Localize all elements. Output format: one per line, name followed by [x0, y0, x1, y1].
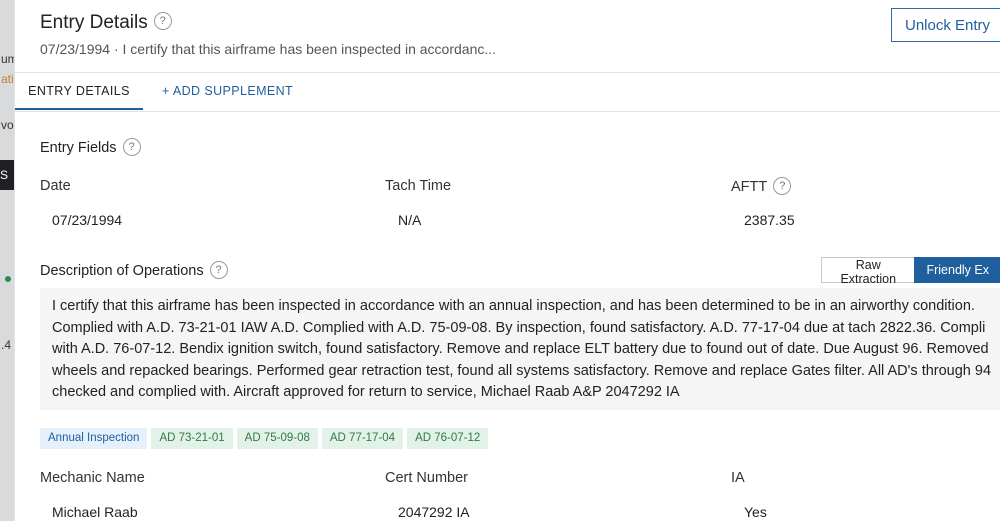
- description-line: with A.D. 76-07-12. Bendix ignition swit…: [52, 341, 989, 358]
- background-text-fragment: um: [1, 52, 14, 66]
- date-value[interactable]: 07/23/1994: [52, 212, 122, 228]
- cert-number-label: Cert Number: [385, 470, 468, 486]
- tab-bar: ENTRY DETAILS + ADD SUPPLEMENT: [15, 72, 1000, 112]
- tag-ad-76-07-12[interactable]: AD 76-07-12: [407, 428, 489, 449]
- mechanic-name-label: Mechanic Name: [40, 470, 145, 486]
- tach-time-label: Tach Time: [385, 178, 452, 194]
- help-icon[interactable]: ?: [209, 261, 228, 279]
- aftt-label: AFTT: [731, 178, 768, 195]
- entry-summary: 07/23/1994 · I certify that this airfram…: [40, 41, 497, 57]
- page-title-text: Entry Details: [40, 12, 148, 33]
- entry-fields-heading: Entry Fields?: [40, 138, 141, 157]
- unlock-entry-button[interactable]: Unlock Entry: [891, 8, 1000, 42]
- tag-ad-73-21-01[interactable]: AD 73-21-01: [151, 428, 233, 449]
- background-text-fragment: ati: [1, 72, 14, 86]
- ia-value[interactable]: Yes: [744, 504, 767, 520]
- background-app-strip: um ati vo S .4: [0, 0, 14, 521]
- extraction-mode-toggle: Raw Extraction Friendly Ex: [821, 257, 1000, 286]
- background-text-fragment: vo: [1, 118, 14, 132]
- ia-label: IA: [731, 470, 745, 486]
- help-icon[interactable]: ?: [153, 11, 172, 30]
- description-text[interactable]: I certify that this airframe has been in…: [40, 288, 1000, 410]
- description-heading: Description of Operations?: [40, 261, 228, 280]
- tag-ad-77-17-04[interactable]: AD 77-17-04: [321, 428, 404, 449]
- description-line: wheels and repacked bearings. Performed …: [52, 362, 992, 379]
- date-label: Date: [40, 178, 71, 194]
- page-title: Entry Details?: [40, 11, 172, 34]
- entry-details-panel: Entry Details? 07/23/1994 · I certify th…: [14, 0, 1000, 521]
- tab-entry-details[interactable]: ENTRY DETAILS: [15, 73, 143, 110]
- help-icon[interactable]: ?: [122, 138, 141, 156]
- tag-annual-inspection[interactable]: Annual Inspection: [40, 428, 148, 449]
- description-line: Complied with A.D. 73-21-01 IAW A.D. Com…: [52, 319, 986, 336]
- mechanic-name-value[interactable]: Michael Raab: [52, 504, 138, 520]
- background-dark-block: S: [0, 160, 14, 190]
- tag-list: Annual Inspection AD 73-21-01 AD 75-09-0…: [40, 428, 489, 449]
- entry-fields-title: Entry Fields: [40, 139, 117, 156]
- aftt-label-group: AFTT?: [731, 177, 792, 196]
- help-icon[interactable]: ?: [773, 177, 792, 195]
- tab-add-supplement[interactable]: + ADD SUPPLEMENT: [162, 73, 293, 110]
- panel-header: Entry Details? 07/23/1994 · I certify th…: [15, 0, 1000, 72]
- description-line: checked and complied with. Aircraft appr…: [52, 384, 680, 401]
- cert-number-value[interactable]: 2047292 IA: [398, 504, 470, 520]
- background-text-fragment: S: [0, 168, 9, 182]
- background-text-fragment: .4: [1, 338, 12, 352]
- raw-extraction-button[interactable]: Raw Extraction: [821, 257, 915, 286]
- description-line: I certify that this airframe has been in…: [52, 298, 975, 314]
- tach-time-value[interactable]: N/A: [398, 212, 421, 228]
- background-status-dot: [5, 276, 11, 282]
- aftt-value[interactable]: 2387.35: [744, 212, 795, 228]
- tag-ad-75-09-08[interactable]: AD 75-09-08: [236, 428, 318, 449]
- description-title: Description of Operations: [40, 262, 204, 279]
- friendly-extraction-button[interactable]: Friendly Ex: [914, 257, 1000, 283]
